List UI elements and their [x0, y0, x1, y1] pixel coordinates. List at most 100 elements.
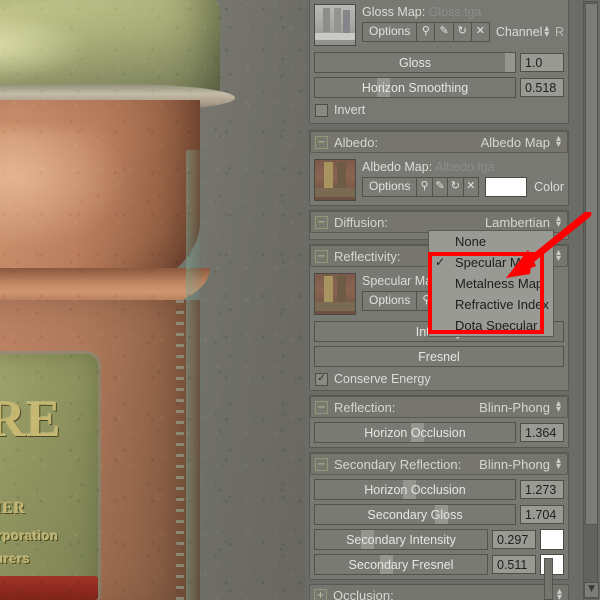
- invert-checkbox[interactable]: [315, 103, 328, 117]
- gloss-slider-knob[interactable]: [505, 53, 515, 72]
- albedo-map-thumbnail[interactable]: [314, 159, 356, 201]
- occlusion-spinner-icon[interactable]: [555, 587, 564, 600]
- albedo-map-title: Albedo Map: Albedo.tga: [362, 160, 564, 174]
- gloss-map-label: Gloss Map:: [362, 5, 426, 19]
- albedo-map-filename: Albedo.tga: [434, 160, 495, 174]
- secondary-gloss-slider[interactable]: Secondary Gloss: [314, 504, 516, 525]
- secondary-fresnel-label: Secondary Fresnel: [348, 557, 454, 572]
- secondary-horizon-occlusion-row: Horizon Occlusion 1.273: [310, 477, 568, 502]
- dropdown-item-none[interactable]: None: [429, 231, 553, 252]
- check-icon: ✓: [435, 255, 446, 269]
- reflection-collapse-icon[interactable]: −: [315, 400, 328, 414]
- reflectivity-type-spinner-icon[interactable]: [554, 248, 563, 264]
- channel-label: Channel: [495, 25, 543, 39]
- conserve-energy-label: Conserve Energy: [334, 372, 431, 386]
- 3d-viewport[interactable]: RE SHER g Corporation facturers: [0, 0, 305, 600]
- secondary-horizon-occlusion-slider[interactable]: Horizon Occlusion: [314, 479, 516, 500]
- diffusion-collapse-icon[interactable]: −: [315, 215, 328, 229]
- secondary-reflection-header-title: Secondary Reflection:: [334, 456, 462, 472]
- reflection-horizon-occlusion-label: Horizon Occlusion: [364, 425, 466, 440]
- gloss-options-button[interactable]: Options: [362, 22, 418, 42]
- reload-icon[interactable]: ↻: [447, 177, 464, 197]
- horizon-smoothing-slider[interactable]: Horizon Smoothing: [314, 77, 516, 98]
- secondary-fresnel-slider[interactable]: Secondary Fresnel: [314, 554, 488, 575]
- dropdown-item-refractive-index[interactable]: Refractive Index: [429, 294, 553, 315]
- secondary-reflection-collapse-icon[interactable]: −: [315, 457, 328, 471]
- channel-spinner-icon[interactable]: [542, 24, 551, 40]
- dropdown-item-refractive-index-label: Refractive Index: [455, 297, 549, 312]
- secondary-intensity-color-swatch[interactable]: [540, 529, 564, 550]
- gloss-group: Gloss Map: Gloss.tga Options ⚲ ✎ ↻ ✕ Cha…: [309, 0, 569, 124]
- gloss-slider[interactable]: Gloss: [314, 52, 516, 73]
- gloss-map-title: Gloss Map: Gloss.tga: [362, 5, 564, 19]
- gloss-slider-label: Gloss: [399, 55, 431, 70]
- dropdown-item-dota-specular-label: Dota Specular: [455, 318, 538, 333]
- albedo-collapse-icon[interactable]: −: [315, 135, 328, 149]
- dropdown-item-none-label: None: [455, 234, 487, 249]
- conserve-energy-checkbox-row[interactable]: ✓ Conserve Energy: [310, 369, 568, 390]
- diffusion-type-spinner-icon[interactable]: [554, 214, 563, 230]
- secondary-fresnel-value[interactable]: 0.511: [492, 555, 536, 574]
- secondary-intensity-value[interactable]: 0.297: [492, 530, 536, 549]
- albedo-color-swatch[interactable]: [485, 177, 528, 197]
- invert-label: Invert: [334, 103, 366, 117]
- reflection-header-title: Reflection:: [334, 399, 396, 415]
- scroll-down-icon[interactable]: ▼: [584, 582, 599, 598]
- panel-scrollbar[interactable]: ▼: [583, 1, 599, 599]
- secondary-gloss-label: Secondary Gloss: [367, 507, 463, 522]
- albedo-options-button[interactable]: Options: [362, 177, 418, 197]
- secondary-intensity-label: Secondary Intensity: [346, 532, 456, 547]
- diffusion-header-title: Diffusion:: [334, 214, 388, 230]
- secondary-reflection-type-spinner-icon[interactable]: [554, 456, 563, 472]
- clear-icon[interactable]: ✕: [470, 22, 490, 42]
- reload-icon[interactable]: ↻: [452, 22, 472, 42]
- gloss-map-filename: Gloss.tga: [428, 5, 482, 19]
- albedo-map-label: Albedo Map:: [362, 160, 433, 174]
- secondary-intensity-row: Secondary Intensity 0.297: [310, 527, 568, 552]
- albedo-header-title: Albedo:: [334, 134, 379, 150]
- dropdown-item-specular-map[interactable]: ✓ Specular Map: [429, 252, 553, 273]
- reflection-group: − Reflection: Blinn-Phong Horizon Occlus…: [309, 395, 569, 448]
- clear-icon[interactable]: ✕: [462, 177, 480, 197]
- eyedropper-icon[interactable]: ✎: [434, 22, 454, 42]
- reflectivity-type-dropdown[interactable]: None ✓ Specular Map Metalness Map Refrac…: [428, 230, 554, 337]
- gloss-value-field[interactable]: 1.0: [520, 53, 564, 72]
- inner-scrollbar-thumb[interactable]: [544, 558, 553, 600]
- surface-grain-overlay: [0, 0, 305, 600]
- specular-options-button[interactable]: Options: [362, 291, 418, 311]
- invert-checkbox-row[interactable]: Invert: [310, 100, 568, 121]
- occlusion-expand-icon[interactable]: +: [314, 588, 327, 600]
- gloss-map-row: Gloss Map: Gloss.tga Options ⚲ ✎ ↻ ✕ Cha…: [310, 0, 568, 50]
- reflection-section-header[interactable]: − Reflection: Blinn-Phong: [310, 396, 568, 418]
- secondary-intensity-slider[interactable]: Secondary Intensity: [314, 529, 488, 550]
- reflection-horizon-occlusion-slider[interactable]: Horizon Occlusion: [314, 422, 516, 443]
- albedo-type-spinner-icon[interactable]: [554, 134, 563, 150]
- gloss-map-thumbnail[interactable]: [314, 4, 356, 46]
- albedo-map-buttons: Options ⚲ ✎ ↻ ✕ Color: [362, 177, 564, 197]
- conserve-energy-checkbox[interactable]: ✓: [315, 372, 328, 386]
- dropdown-item-dota-specular[interactable]: Dota Specular: [429, 315, 553, 336]
- magnifier-icon[interactable]: ⚲: [416, 22, 436, 42]
- diffusion-header-value: Lambertian: [484, 214, 550, 230]
- secondary-gloss-row: Secondary Gloss 1.704: [310, 502, 568, 527]
- albedo-section-header[interactable]: − Albedo: Albedo Map: [310, 131, 568, 153]
- reflectivity-collapse-icon[interactable]: −: [315, 249, 328, 263]
- secondary-horizon-occlusion-value[interactable]: 1.273: [520, 480, 564, 499]
- magnifier-icon[interactable]: ⚲: [416, 177, 433, 197]
- occlusion-header-title: Occlusion:: [333, 587, 394, 600]
- gloss-map-buttons: Options ⚲ ✎ ↻ ✕ Channel R: [362, 22, 564, 42]
- panel-scrollbar-thumb[interactable]: [585, 3, 598, 525]
- fresnel-slider[interactable]: Fresnel: [314, 346, 564, 367]
- secondary-reflection-section-header[interactable]: − Secondary Reflection: Blinn-Phong: [310, 453, 568, 475]
- fresnel-slider-label: Fresnel: [418, 349, 460, 364]
- secondary-gloss-value[interactable]: 1.704: [520, 505, 564, 524]
- eyedropper-icon[interactable]: ✎: [431, 177, 449, 197]
- horizon-smoothing-value-field[interactable]: 0.518: [520, 78, 564, 97]
- reflection-type-spinner-icon[interactable]: [554, 399, 563, 415]
- dropdown-item-metalness-map[interactable]: Metalness Map: [429, 273, 553, 294]
- secondary-fresnel-row: Secondary Fresnel 0.511: [310, 552, 568, 577]
- sidebar-item-occlusion[interactable]: + Occlusion: -: [309, 584, 569, 600]
- reflection-horizon-occlusion-value[interactable]: 1.364: [520, 423, 564, 442]
- dropdown-item-specular-map-label: Specular Map: [455, 255, 536, 270]
- specular-map-thumbnail[interactable]: [314, 273, 356, 315]
